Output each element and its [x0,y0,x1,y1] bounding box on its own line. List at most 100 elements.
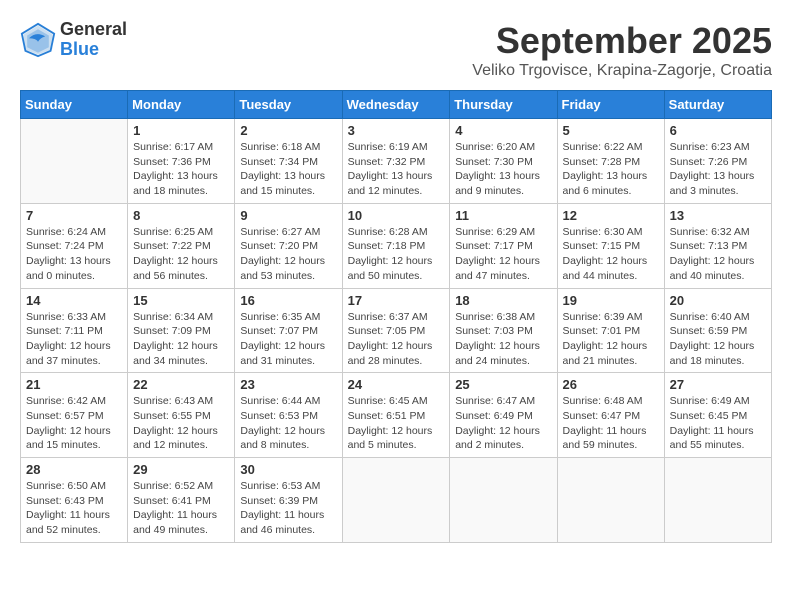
day-info: Sunrise: 6:39 AM Sunset: 7:01 PM Dayligh… [563,310,659,369]
day-info: Sunrise: 6:30 AM Sunset: 7:15 PM Dayligh… [563,225,659,284]
day-number: 27 [670,377,766,392]
day-number: 28 [26,462,122,477]
weekday-header-tuesday: Tuesday [235,91,342,119]
day-number: 14 [26,293,122,308]
day-number: 21 [26,377,122,392]
calendar-cell: 30 Sunrise: 6:53 AM Sunset: 6:39 PM Dayli… [235,458,342,543]
day-number: 6 [670,123,766,138]
day-info: Sunrise: 6:50 AM Sunset: 6:43 PM Dayligh… [26,479,122,538]
day-number: 4 [455,123,551,138]
day-number: 22 [133,377,229,392]
month-title: September 2025 [472,20,772,62]
calendar-cell [557,458,664,543]
day-number: 8 [133,208,229,223]
day-number: 17 [348,293,445,308]
calendar-cell: 4 Sunrise: 6:20 AM Sunset: 7:30 PM Daylig… [450,119,557,204]
calendar-cell: 22 Sunrise: 6:43 AM Sunset: 6:55 PM Dayli… [128,373,235,458]
day-info: Sunrise: 6:33 AM Sunset: 7:11 PM Dayligh… [26,310,122,369]
calendar-cell: 6 Sunrise: 6:23 AM Sunset: 7:26 PM Daylig… [664,119,771,204]
calendar-cell [21,119,128,204]
calendar-cell [342,458,450,543]
calendar-header-row: SundayMondayTuesdayWednesdayThursdayFrid… [21,91,772,119]
calendar-week-row: 14 Sunrise: 6:33 AM Sunset: 7:11 PM Dayli… [21,288,772,373]
day-info: Sunrise: 6:38 AM Sunset: 7:03 PM Dayligh… [455,310,551,369]
weekday-header-friday: Friday [557,91,664,119]
day-number: 24 [348,377,445,392]
weekday-header-monday: Monday [128,91,235,119]
calendar-cell: 10Sunrise: 6:28 AM Sunset: 7:18 PM Dayli… [342,203,450,288]
day-info: Sunrise: 6:19 AM Sunset: 7:32 PM Dayligh… [348,140,445,199]
location-subtitle: Veliko Trgovisce, Krapina-Zagorje, Croat… [472,62,772,80]
weekday-header-thursday: Thursday [450,91,557,119]
day-number: 29 [133,462,229,477]
day-number: 18 [455,293,551,308]
day-info: Sunrise: 6:28 AM Sunset: 7:18 PM Dayligh… [348,225,445,284]
calendar-cell: 5 Sunrise: 6:22 AM Sunset: 7:28 PM Daylig… [557,119,664,204]
day-info: Sunrise: 6:53 AM Sunset: 6:39 PM Dayligh… [240,479,336,538]
calendar-cell: 2Sunrise: 6:18 AM Sunset: 7:34 PM Daylig… [235,119,342,204]
logo: General Blue [20,20,127,60]
day-info: Sunrise: 6:27 AM Sunset: 7:20 PM Dayligh… [240,225,336,284]
day-info: Sunrise: 6:20 AM Sunset: 7:30 PM Dayligh… [455,140,551,199]
day-info: Sunrise: 6:40 AM Sunset: 6:59 PM Dayligh… [670,310,766,369]
calendar-week-row: 7Sunrise: 6:24 AM Sunset: 7:24 PM Daylig… [21,203,772,288]
calendar-cell: 15Sunrise: 6:34 AM Sunset: 7:09 PM Dayli… [128,288,235,373]
day-number: 5 [563,123,659,138]
calendar-cell: 25Sunrise: 6:47 AM Sunset: 6:49 PM Dayli… [450,373,557,458]
calendar-cell: 20 Sunrise: 6:40 AM Sunset: 6:59 PM Dayli… [664,288,771,373]
page-header: General Blue September 2025 Veliko Trgov… [20,20,772,80]
day-number: 12 [563,208,659,223]
day-number: 26 [563,377,659,392]
day-info: Sunrise: 6:44 AM Sunset: 6:53 PM Dayligh… [240,394,336,453]
day-info: Sunrise: 6:32 AM Sunset: 7:13 PM Dayligh… [670,225,766,284]
day-info: Sunrise: 6:17 AM Sunset: 7:36 PM Dayligh… [133,140,229,199]
calendar-cell [664,458,771,543]
day-info: Sunrise: 6:22 AM Sunset: 7:28 PM Dayligh… [563,140,659,199]
day-info: Sunrise: 6:24 AM Sunset: 7:24 PM Dayligh… [26,225,122,284]
calendar-cell: 16 Sunrise: 6:35 AM Sunset: 7:07 PM Dayli… [235,288,342,373]
day-info: Sunrise: 6:49 AM Sunset: 6:45 PM Dayligh… [670,394,766,453]
day-number: 3 [348,123,445,138]
day-info: Sunrise: 6:45 AM Sunset: 6:51 PM Dayligh… [348,394,445,453]
calendar-cell: 21 Sunrise: 6:42 AM Sunset: 6:57 PM Dayli… [21,373,128,458]
title-block: September 2025 Veliko Trgovisce, Krapina… [472,20,772,80]
day-number: 13 [670,208,766,223]
calendar-cell: 14 Sunrise: 6:33 AM Sunset: 7:11 PM Dayli… [21,288,128,373]
day-number: 25 [455,377,551,392]
calendar-cell: 13 Sunrise: 6:32 AM Sunset: 7:13 PM Dayli… [664,203,771,288]
logo-general-text: General [60,19,127,39]
day-info: Sunrise: 6:23 AM Sunset: 7:26 PM Dayligh… [670,140,766,199]
weekday-header-wednesday: Wednesday [342,91,450,119]
day-number: 16 [240,293,336,308]
calendar-cell: 8 Sunrise: 6:25 AM Sunset: 7:22 PM Daylig… [128,203,235,288]
calendar-cell: 24 Sunrise: 6:45 AM Sunset: 6:51 PM Dayli… [342,373,450,458]
day-info: Sunrise: 6:42 AM Sunset: 6:57 PM Dayligh… [26,394,122,453]
day-info: Sunrise: 6:37 AM Sunset: 7:05 PM Dayligh… [348,310,445,369]
calendar-cell: 17 Sunrise: 6:37 AM Sunset: 7:05 PM Dayli… [342,288,450,373]
calendar-cell: 7Sunrise: 6:24 AM Sunset: 7:24 PM Daylig… [21,203,128,288]
day-number: 1 [133,123,229,138]
day-info: Sunrise: 6:35 AM Sunset: 7:07 PM Dayligh… [240,310,336,369]
day-info: Sunrise: 6:48 AM Sunset: 6:47 PM Dayligh… [563,394,659,453]
calendar-table: SundayMondayTuesdayWednesdayThursdayFrid… [20,90,772,543]
day-number: 11 [455,208,551,223]
weekday-header-saturday: Saturday [664,91,771,119]
calendar-cell: 27 Sunrise: 6:49 AM Sunset: 6:45 PM Dayli… [664,373,771,458]
calendar-cell: 18 Sunrise: 6:38 AM Sunset: 7:03 PM Dayli… [450,288,557,373]
logo-icon [20,22,56,58]
day-info: Sunrise: 6:18 AM Sunset: 7:34 PM Dayligh… [240,140,336,199]
day-info: Sunrise: 6:25 AM Sunset: 7:22 PM Dayligh… [133,225,229,284]
day-info: Sunrise: 6:43 AM Sunset: 6:55 PM Dayligh… [133,394,229,453]
logo-blue-text: Blue [60,39,99,59]
day-number: 9 [240,208,336,223]
day-number: 20 [670,293,766,308]
day-info: Sunrise: 6:52 AM Sunset: 6:41 PM Dayligh… [133,479,229,538]
calendar-cell: 12 Sunrise: 6:30 AM Sunset: 7:15 PM Dayli… [557,203,664,288]
calendar-cell: 23Sunrise: 6:44 AM Sunset: 6:53 PM Dayli… [235,373,342,458]
calendar-cell: 29 Sunrise: 6:52 AM Sunset: 6:41 PM Dayli… [128,458,235,543]
weekday-header-sunday: Sunday [21,91,128,119]
calendar-cell: 1 Sunrise: 6:17 AM Sunset: 7:36 PM Daylig… [128,119,235,204]
calendar-cell: 3 Sunrise: 6:19 AM Sunset: 7:32 PM Daylig… [342,119,450,204]
calendar-week-row: 1 Sunrise: 6:17 AM Sunset: 7:36 PM Daylig… [21,119,772,204]
day-number: 30 [240,462,336,477]
